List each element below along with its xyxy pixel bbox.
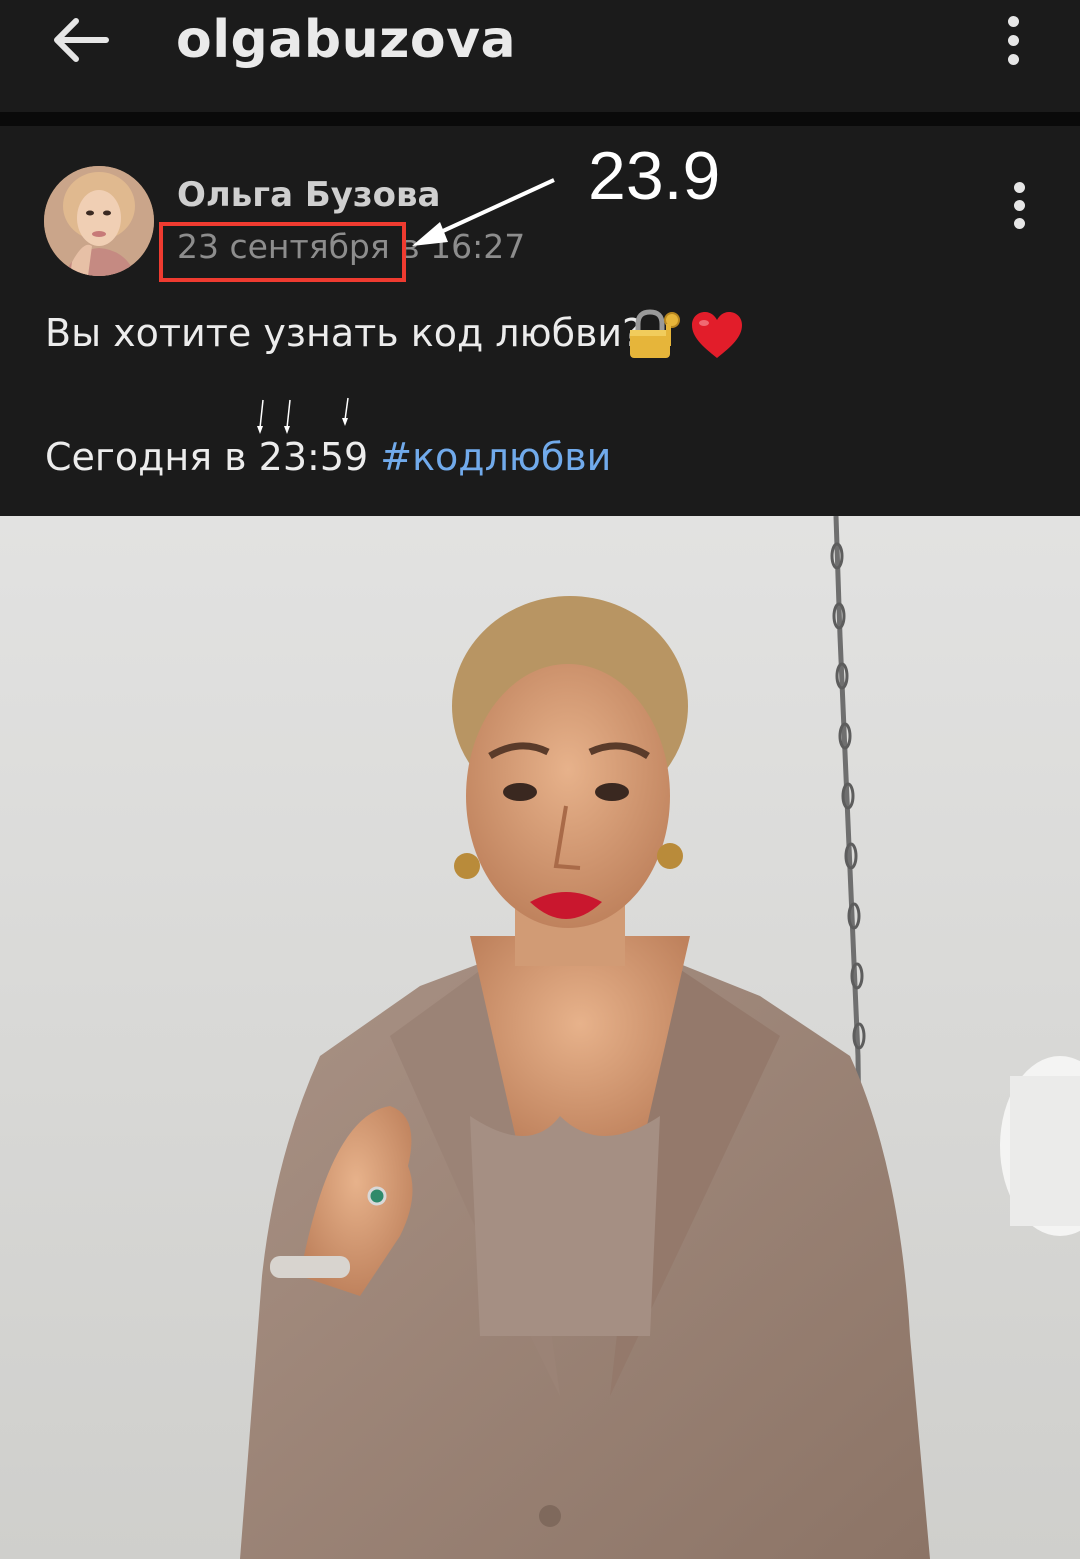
post-question-text: Вы хотите узнать код любви? [45,311,643,355]
more-vertical-icon [1008,16,1019,27]
post-options-button[interactable] [996,170,1044,240]
more-vertical-icon [1014,182,1025,193]
divider [0,112,1080,126]
red-heart-icon [692,312,742,358]
annotation-highlight-box [159,222,406,282]
post-photo[interactable] [0,516,1080,1559]
locked-with-key-icon [630,309,680,358]
post-text-line-2: Сегодня в 23:59 #кодлюбви [45,430,611,484]
page-title: olgabuzova [176,10,517,70]
app-bar: olgabuzova [0,0,1080,112]
arrow-left-icon [54,18,109,62]
post-text-line-1: Вы хотите узнать код любви? [45,306,642,360]
more-options-button[interactable] [990,8,1038,72]
post-time-text: Сегодня в 23:59 [45,435,369,479]
hashtag-link[interactable]: #кодлюбви [380,435,611,479]
back-button[interactable] [40,8,120,72]
avatar[interactable] [44,166,154,276]
annotation-arrow-icon [412,178,555,246]
annotation-number: 23.9 [588,138,721,214]
